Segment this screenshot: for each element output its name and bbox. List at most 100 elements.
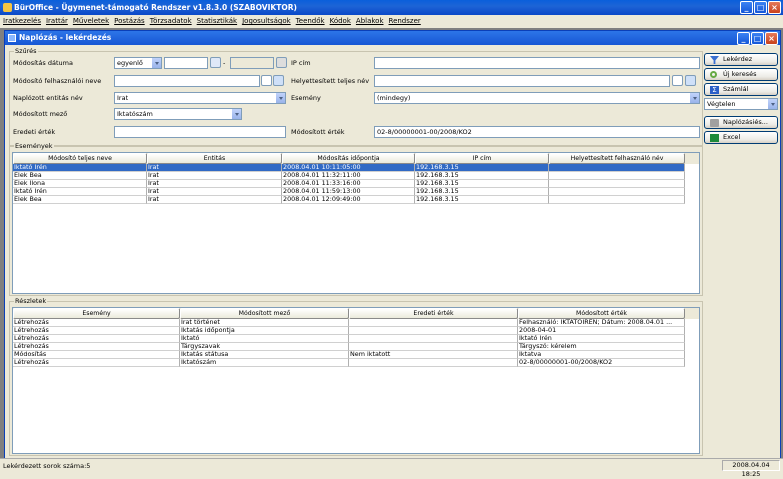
col-modified-value[interactable]: Módosított érték: [518, 308, 685, 319]
range-value: Végtelen: [707, 100, 736, 108]
cell: 192.168.3.15: [415, 180, 549, 188]
calendar-icon-disabled: [276, 57, 287, 68]
col-event[interactable]: Esemény: [13, 308, 180, 319]
cell: Létrehozás: [13, 359, 180, 367]
menu-item-jogosultsagok[interactable]: Jogosultságok: [242, 15, 291, 28]
cell: 02-8/00000001-00/2008/KO2: [518, 359, 685, 367]
close-button[interactable]: ×: [768, 1, 781, 14]
orig-label: Eredeti érték: [13, 128, 56, 136]
field-label: Módosított mező: [13, 110, 68, 118]
menu-item-postazas[interactable]: Postázás: [114, 15, 145, 28]
cell: 192.168.3.15: [415, 196, 549, 204]
log-settings-button[interactable]: Naplózásiés...: [704, 116, 778, 129]
col-entity[interactable]: Entitás: [147, 153, 282, 164]
table-row[interactable]: Iktató Irén Irat 2008.04.01 10:11:05:00 …: [13, 164, 699, 172]
count-button[interactable]: Σ Számlál: [704, 83, 778, 96]
cell: [349, 319, 518, 327]
child-close-button[interactable]: ×: [765, 32, 778, 45]
minimize-button[interactable]: _: [740, 1, 753, 14]
cell: Iktató Irén: [13, 188, 147, 196]
cell: Irat: [147, 172, 282, 180]
cell: Létrehozás: [13, 335, 180, 343]
user-field[interactable]: [114, 75, 260, 87]
log-settings-label: Naplózásiés...: [723, 118, 768, 126]
date-mode-select[interactable]: egyenlő: [114, 57, 162, 69]
menu-item-rendszer[interactable]: Rendszer: [389, 15, 421, 28]
col-modified-field[interactable]: Módosított mező: [180, 308, 349, 319]
col-subst-user[interactable]: Helyettesített felhasználó név: [549, 153, 685, 164]
table-row[interactable]: Létrehozás Irat történet Felhasználó: IK…: [13, 319, 699, 327]
menu-item-ablakok[interactable]: Ablakok: [356, 15, 384, 28]
cell: Iktatás státusa: [180, 351, 349, 359]
excel-button[interactable]: Excel: [704, 131, 778, 144]
ip-field[interactable]: [374, 57, 700, 69]
lookup-icon[interactable]: [685, 75, 696, 86]
table-row[interactable]: Létrehozás Iktató Iktató Irén: [13, 335, 699, 343]
chevron-down-icon[interactable]: [275, 93, 285, 103]
table-row[interactable]: Módosítás Iktatás státusa Nem iktatott I…: [13, 351, 699, 359]
col-ip[interactable]: IP cím: [415, 153, 549, 164]
chevron-down-icon[interactable]: [689, 93, 699, 103]
cell: Irat: [147, 164, 282, 172]
date-from-field[interactable]: [164, 57, 208, 69]
search-icon[interactable]: [672, 75, 683, 86]
table-row[interactable]: Iktató Irén Irat 2008.04.01 11:59:13:00 …: [13, 188, 699, 196]
menu-item-irattar[interactable]: Irattár: [46, 15, 68, 28]
event-select[interactable]: (mindegy): [374, 92, 700, 104]
col-modified-at[interactable]: Módosítás időpontja: [282, 153, 415, 164]
cell: 2008.04.01 12:09:49:00: [282, 196, 415, 204]
table-row[interactable]: Elek Bea Irat 2008.04.01 11:32:11:00 192…: [13, 172, 699, 180]
entity-select[interactable]: Irat: [114, 92, 286, 104]
child-minimize-button[interactable]: _: [737, 32, 750, 45]
details-group-label: Részletek: [14, 297, 48, 305]
date-separator: -: [223, 59, 226, 67]
col-original-value[interactable]: Eredeti érték: [349, 308, 518, 319]
date-to-field[interactable]: [230, 57, 274, 69]
table-row[interactable]: Létrehozás Iktatószám 02-8/00000001-00/2…: [13, 359, 699, 367]
table-row[interactable]: Elek Ilona Irat 2008.04.01 11:33:16:00 1…: [13, 180, 699, 188]
row-count-status: Lekérdezett sorok száma:5: [3, 462, 91, 470]
cell: [549, 188, 685, 196]
cell: Tárgyszó: kérelem: [518, 343, 685, 351]
mod-value: 02-8/00000001-00/2008/KO2: [377, 128, 472, 136]
chevron-down-icon[interactable]: [151, 58, 161, 68]
table-row[interactable]: Elek Bea Irat 2008.04.01 12:09:49:00 192…: [13, 196, 699, 204]
menu-item-muveletek[interactable]: Műveletek: [73, 15, 109, 28]
cell: 192.168.3.15: [415, 172, 549, 180]
table-row[interactable]: Létrehozás Iktatás időpontja 2008-04-01: [13, 327, 699, 335]
search-icon[interactable]: [261, 75, 272, 86]
details-table: Esemény Módosított mező Eredeti érték Mó…: [12, 307, 700, 454]
calendar-icon[interactable]: [210, 57, 221, 68]
menu-item-torzsadatok[interactable]: Törzsadatok: [150, 15, 192, 28]
menu-item-teendok[interactable]: Teendők: [296, 15, 325, 28]
cell: Tárgyszavak: [180, 343, 349, 351]
maximize-button[interactable]: □: [754, 1, 767, 14]
new-search-button[interactable]: Új keresés: [704, 68, 778, 81]
excel-label: Excel: [723, 133, 741, 141]
lookup-icon[interactable]: [273, 75, 284, 86]
menu-item-statisztikak[interactable]: Statisztikák: [197, 15, 237, 28]
col-modifier-name[interactable]: Módosító teljes neve: [13, 153, 147, 164]
chevron-down-icon[interactable]: [231, 109, 241, 119]
query-button[interactable]: Lekérdez: [704, 53, 778, 66]
subst-user-field[interactable]: [374, 75, 670, 87]
query-label: Lekérdez: [723, 55, 753, 63]
range-select[interactable]: Végtelen: [704, 98, 778, 110]
events-group-label: Események: [14, 142, 54, 150]
cell: [549, 196, 685, 204]
mod-field[interactable]: 02-8/00000001-00/2008/KO2: [374, 126, 700, 138]
menu-item-kodok[interactable]: Kódok: [330, 15, 351, 28]
event-label: Esemény: [291, 94, 321, 102]
app-title: BürOffice - Ügymenet-támogató Rendszer v…: [14, 3, 297, 12]
cell: Irat: [147, 188, 282, 196]
cell: 192.168.3.15: [415, 164, 549, 172]
table-row[interactable]: Létrehozás Tárgyszavak Tárgyszó: kérelem: [13, 343, 699, 351]
chevron-down-icon[interactable]: [767, 99, 777, 109]
window-icon: [8, 34, 16, 42]
field-select[interactable]: Iktatószám: [114, 108, 242, 120]
orig-field[interactable]: [114, 126, 286, 138]
menu-item-iratkezeles[interactable]: Iratkezelés: [3, 15, 41, 28]
date-label: Módosítás dátuma: [13, 59, 73, 67]
child-restore-button[interactable]: □: [751, 32, 764, 45]
count-label: Számlál: [723, 85, 749, 93]
